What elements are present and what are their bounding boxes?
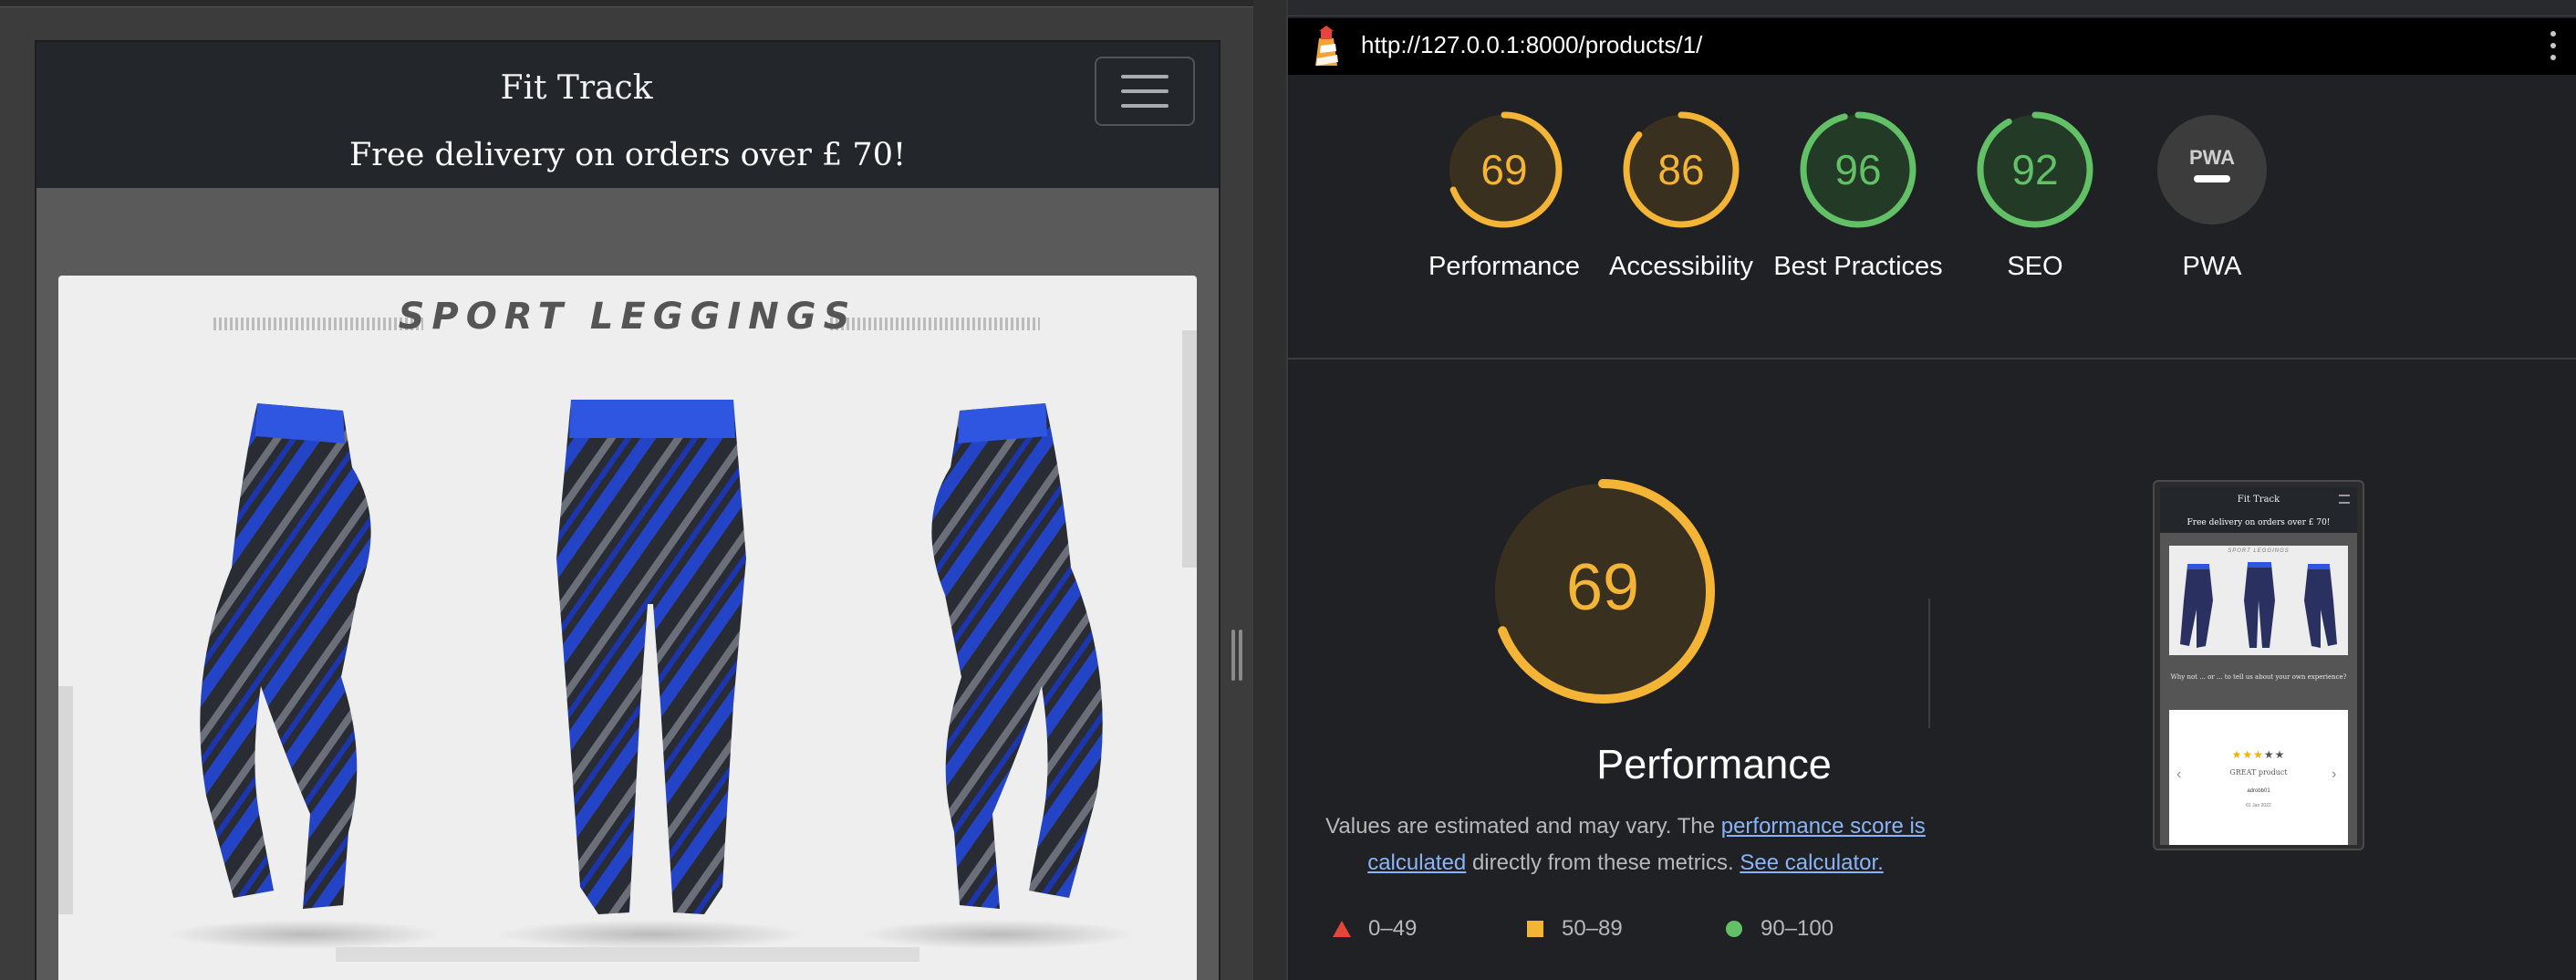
product-image[interactable]: SPORT LEGGINGS <box>58 276 1197 980</box>
thumbnail-product-image: SPORT LEGGINGS <box>2169 546 2348 655</box>
resize-handle-icon[interactable] <box>1231 630 1244 681</box>
lighthouse-report: http://127.0.0.1:8000/products/1/ 69 Perf… <box>1286 0 2576 980</box>
devtools-toolbar <box>1288 0 2576 16</box>
thumbnail-review-prompt: Why not ... or ... to tell us about your… <box>2170 673 2347 681</box>
gauge-label: Accessibility <box>1609 252 1753 281</box>
thumbnail-body: SPORT LEGGINGS Why not ... or ... to tel… <box>2160 533 2357 845</box>
legend-average: 50–89 <box>1525 916 1623 942</box>
gauge-score: 92 <box>2011 146 2058 193</box>
gauge-ring: 86 <box>1623 111 1740 228</box>
gauge-best-practices[interactable]: 96 Best Practices <box>1771 109 1945 285</box>
lighthouse-logo-icon <box>1315 26 1338 66</box>
legend-fail: 0–49 <box>1332 916 1417 942</box>
pwa-badge-icon: PWA <box>2189 146 2235 169</box>
hamburger-menu-icon[interactable] <box>1095 57 1195 126</box>
legging-side-left <box>200 403 371 909</box>
circle-icon <box>1726 921 1742 937</box>
gauge-ring: PWA <box>2157 115 2267 224</box>
legend-average-label: 50–89 <box>1562 916 1623 941</box>
thumbnail-leggings-icon <box>2180 562 2337 648</box>
page-screenshot-thumbnail[interactable]: Fit Track Free delivery on orders over £… <box>2153 480 2364 850</box>
image-scrollbar-left[interactable] <box>58 686 73 914</box>
pwa-dash-icon <box>2194 175 2230 182</box>
thumbnail-review-author: adrobb01 <box>2247 788 2270 794</box>
legging-side-right <box>931 403 1103 909</box>
gauge-ring: 69 <box>1446 111 1563 228</box>
thumbnail-menu-icon <box>2339 495 2350 504</box>
thumbnail-navbar: Fit Track Free delivery on orders over £… <box>2160 487 2357 533</box>
description-text-2: directly from these metrics. <box>1466 850 1740 875</box>
thumbnail-review-title: GREAT product <box>2229 768 2288 777</box>
pane-divider <box>1253 0 1286 980</box>
product-image-heading: SPORT LEGGINGS <box>398 296 857 338</box>
performance-gauge-large: 69 <box>1491 479 1715 704</box>
gauge-ring: 96 <box>1800 111 1916 228</box>
site-navbar: Fit Track Free delivery on orders over £… <box>36 42 1219 188</box>
performance-description: Values are estimated and may vary. The p… <box>1306 808 1945 881</box>
performance-title: Performance <box>1596 741 1832 787</box>
leggings-illustration <box>168 400 1135 949</box>
site-brand[interactable]: Fit Track <box>36 69 1117 107</box>
gauge-pwa[interactable]: PWA PWA <box>2125 109 2299 285</box>
report-url-bar: http://127.0.0.1:8000/products/1/ <box>1288 18 2576 75</box>
device-toolbar <box>0 0 1286 7</box>
shadow-left <box>168 920 441 949</box>
square-icon <box>1527 921 1543 937</box>
thumbnail-review-date: 01 Jan 2022 <box>2246 803 2271 808</box>
delivery-banner: Free delivery on orders over £ 70! <box>348 137 907 173</box>
image-scrollbar-right[interactable] <box>1182 330 1197 568</box>
legend-fail-label: 0–49 <box>1368 916 1418 941</box>
more-options-icon[interactable] <box>2547 27 2560 64</box>
vertical-divider <box>1928 599 1930 728</box>
gauge-score: 86 <box>1657 146 1704 193</box>
gauge-score: 69 <box>1480 146 1527 193</box>
thumbnail-brand: Fit Track <box>2237 495 2280 505</box>
legend-pass: 90–100 <box>1724 916 1833 942</box>
gauge-seo[interactable]: 92 SEO <box>1948 109 2122 285</box>
thumbnail-review-card: ‹ › ★★★★★ GREAT product adrobb01 01 Jan … <box>2169 710 2348 845</box>
description-text-1: Values are estimated and may vary. The <box>1325 814 1721 839</box>
summary-divider <box>1288 358 2576 360</box>
performance-score-large: 69 <box>1566 551 1639 624</box>
gauge-label: PWA <box>2182 252 2242 281</box>
shadow-right <box>861 920 1135 949</box>
shadow-center <box>496 920 806 949</box>
device-preview-pane: Fit Track Free delivery on orders over £… <box>0 0 1286 980</box>
thumbnail-star-rating: ★★★★★ <box>2231 748 2286 761</box>
thumbnail-delivery: Free delivery on orders over £ 70! <box>2186 518 2331 527</box>
gauge-label: Best Practices <box>1773 252 1943 281</box>
gauge-label: SEO <box>2007 252 2063 281</box>
gauge-accessibility[interactable]: 86 Accessibility <box>1594 109 1768 285</box>
gauge-performance[interactable]: 69 Performance <box>1418 109 1591 285</box>
see-calculator-link[interactable]: See calculator. <box>1740 850 1883 875</box>
gauge-label: Performance <box>1428 252 1580 281</box>
category-gauges: 69 Performance 86 Accessibility 96 Best Pract… <box>1288 109 2576 338</box>
thumbnail-image-heading: SPORT LEGGINGS <box>2228 548 2290 554</box>
legend-pass-label: 90–100 <box>1761 916 1834 941</box>
score-legend: 0–49 50–89 90–100 <box>1332 916 1970 949</box>
report-url: http://127.0.0.1:8000/products/1/ <box>1361 31 1703 58</box>
triangle-icon <box>1333 921 1351 937</box>
image-scrollbar-bottom[interactable] <box>336 947 919 962</box>
legging-front-center <box>556 400 746 914</box>
gauge-ring: 92 <box>1977 111 2093 228</box>
gauge-score: 96 <box>1834 146 1881 193</box>
